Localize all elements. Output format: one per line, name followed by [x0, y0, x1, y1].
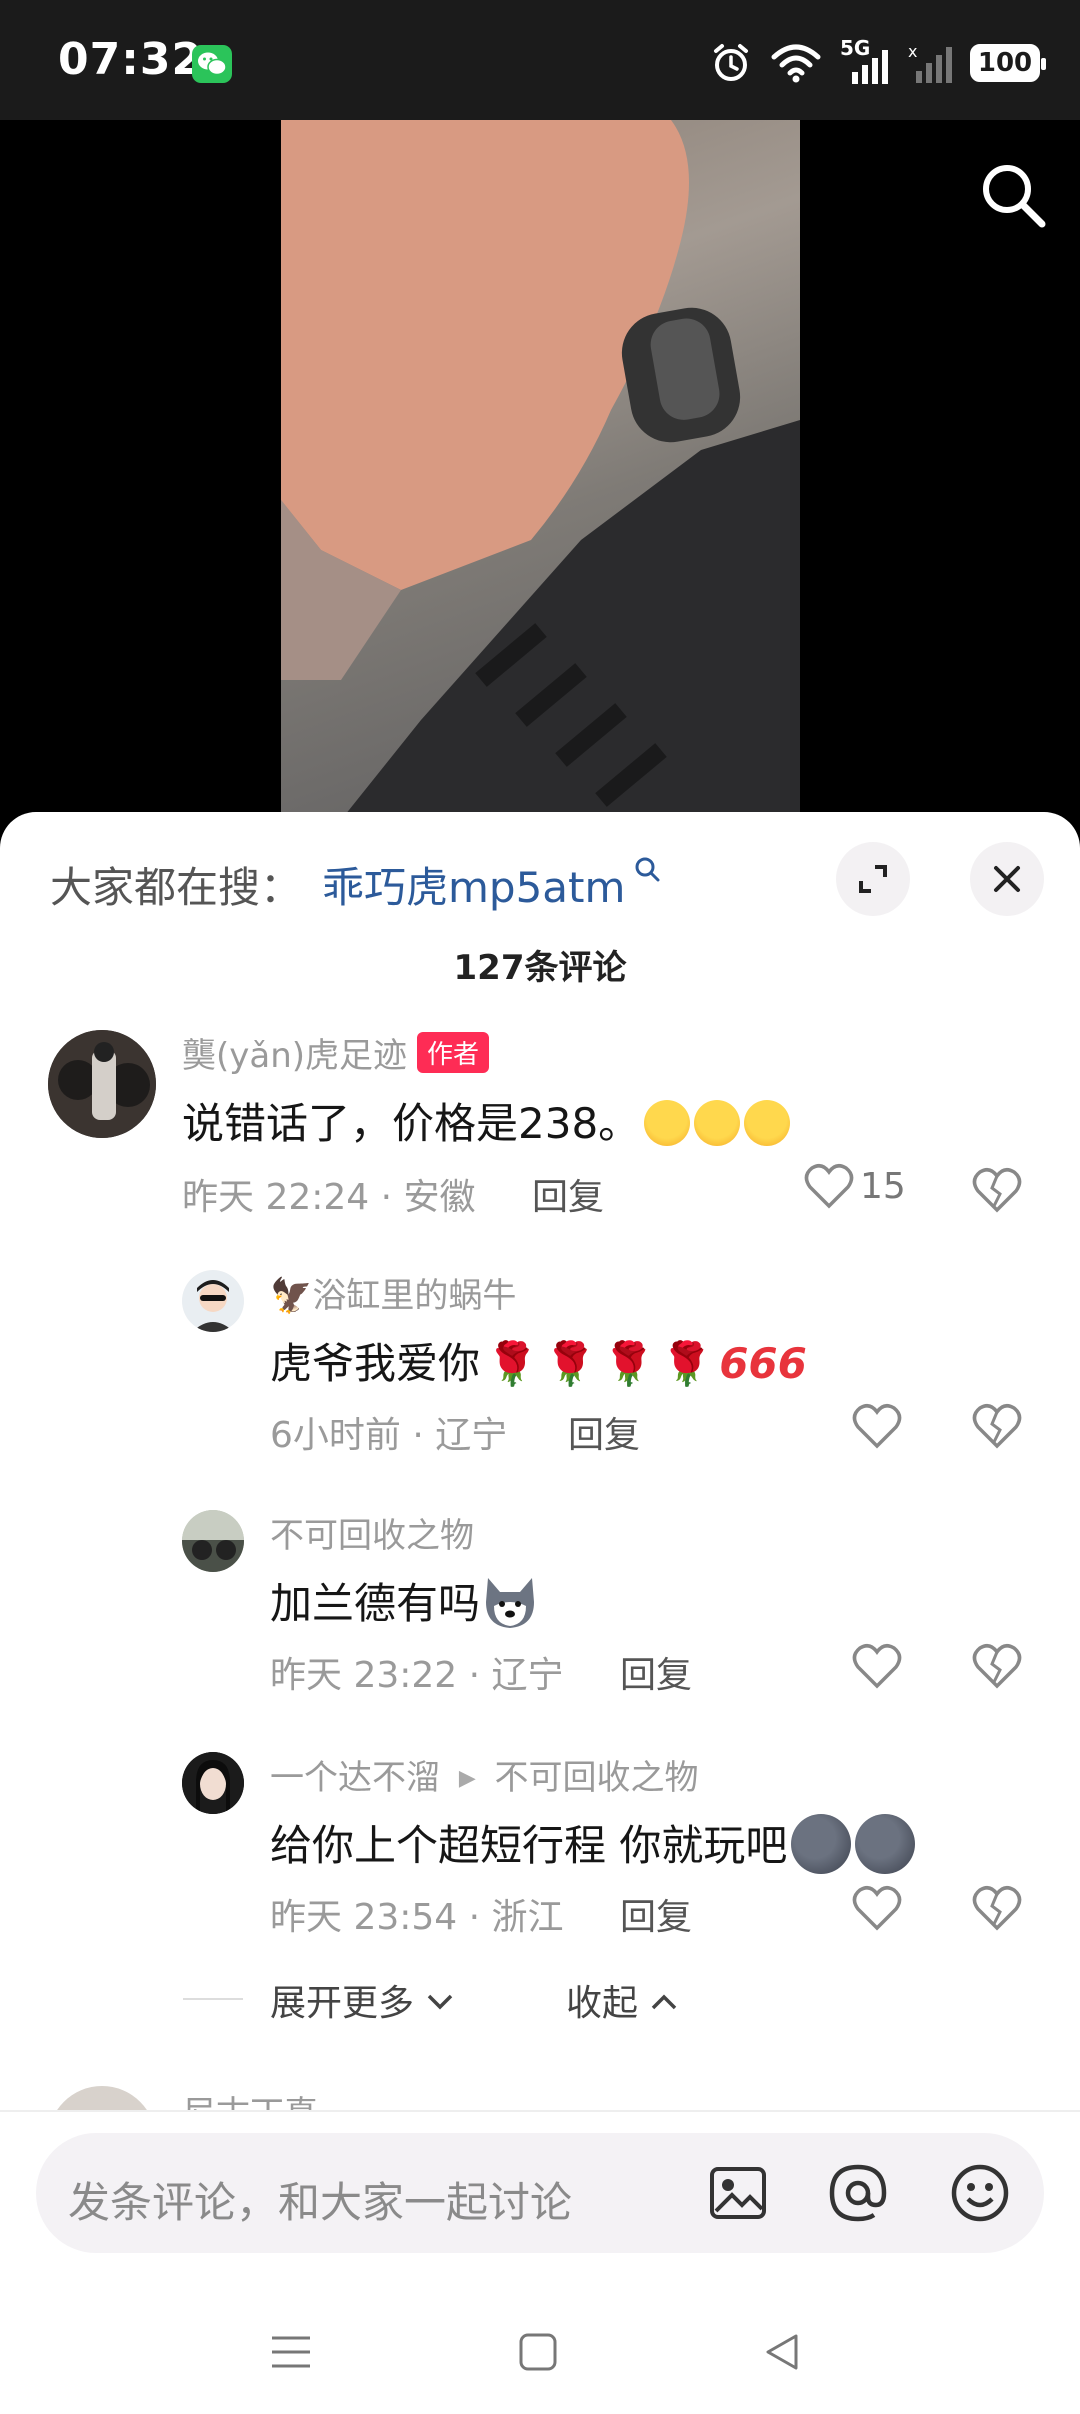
rose-emoji: 🌹 — [486, 1339, 539, 1388]
comment-author-name[interactable]: 尼古丁真 — [182, 2086, 318, 2110]
laugh-cry-emoji — [694, 1100, 741, 1146]
collapse-button[interactable]: 收起 — [566, 1974, 679, 2026]
screen: 07:32 5G x 100 大家都在搜： 乖巧虎mp5atm 127条评论 龑… — [0, 0, 1080, 2414]
emoji-icon[interactable] — [948, 2161, 1012, 2225]
avatar[interactable] — [182, 1752, 244, 1814]
status-time: 07:32 — [58, 34, 204, 85]
dark-moon-emoji — [791, 1814, 852, 1874]
heart-icon — [804, 1164, 854, 1209]
comment-author[interactable]: 龑(yǎn)虎足迹 作者 — [182, 1028, 490, 1077]
dislike-icon[interactable] — [972, 1642, 1022, 1690]
comment-count: 127条评论 — [453, 948, 627, 988]
close-button[interactable] — [970, 842, 1044, 916]
expand-sheet-button[interactable] — [836, 842, 910, 916]
home-icon[interactable] — [516, 2330, 560, 2374]
rose-emoji: 🌹 — [660, 1339, 714, 1388]
comment-author[interactable]: 一个达不溜 ▶ 不可回收之物 — [270, 1750, 699, 1799]
signal-5g-icon: 5G — [840, 36, 890, 84]
comment-author-name[interactable]: 不可回收之物 — [270, 1508, 474, 1557]
heart-icon[interactable] — [852, 1884, 902, 1932]
expand-more-label: 展开更多 — [270, 1983, 415, 2024]
expand-icon — [859, 865, 887, 893]
dark-moon-emoji — [855, 1814, 916, 1874]
like-count: 15 — [860, 1165, 906, 1207]
trending-search-icon[interactable] — [634, 856, 660, 882]
dislike-icon[interactable] — [972, 1884, 1022, 1932]
husky-emoji — [486, 1578, 535, 1628]
comment-text-body: 加兰德有吗 — [270, 1579, 481, 1628]
comment-text-body: 给你上个超短行程 你就玩吧 — [270, 1821, 788, 1870]
rose-emoji: 🌹 — [544, 1339, 597, 1388]
collapse-label: 收起 — [566, 1983, 639, 2024]
reply-to-name[interactable]: 不可回收之物 — [495, 1758, 699, 1798]
avatar[interactable] — [182, 1510, 244, 1572]
avatar[interactable] — [182, 1270, 244, 1332]
video-thumbnail — [281, 120, 800, 820]
comment-text[interactable]: 虎爷我爱你 🌹 🌹 🌹 🌹 666 — [270, 1330, 807, 1391]
image-icon[interactable] — [706, 2161, 770, 2225]
status-icons: 5G x 100 — [710, 36, 1046, 88]
battery-icon: 100 — [970, 44, 1046, 82]
signal-icon: x — [908, 43, 952, 83]
dislike-icon[interactable] — [972, 1166, 1022, 1214]
reply-button[interactable]: 回复 — [568, 1406, 640, 1458]
avatar[interactable] — [48, 2086, 156, 2110]
comment-author-name[interactable]: 🦅浴缸里的蜗牛 — [270, 1268, 516, 1317]
wechat-icon — [192, 45, 232, 83]
close-icon — [994, 866, 1020, 892]
666-emoji: 666 — [719, 1339, 807, 1388]
comment-text[interactable]: 加兰德有吗 — [270, 1570, 540, 1632]
status-bar: 07:32 5G x 100 — [0, 0, 1080, 120]
trending-prefix: 大家都在搜： — [50, 863, 303, 912]
comment-author-name[interactable]: 龑(yǎn)虎足迹 — [182, 1036, 407, 1076]
system-nav-bar — [0, 2290, 1080, 2414]
comment-text[interactable]: 说错话了，价格是238。 — [182, 1090, 791, 1151]
expand-more-button[interactable]: 展开更多 — [270, 1974, 455, 2026]
comment-time-location: 6小时前 · 辽宁 — [270, 1415, 508, 1456]
next-comment-preview: 尼古丁真 — [0, 2074, 1080, 2110]
reply-button[interactable]: 回复 — [620, 1646, 692, 1698]
search-icon[interactable] — [978, 160, 1048, 230]
reply-button[interactable]: 回复 — [532, 1168, 604, 1220]
svg-text:x: x — [908, 43, 917, 61]
like-button[interactable]: 15 — [804, 1162, 906, 1210]
comment-time-location: 昨天 23:22 · 辽宁 — [270, 1655, 564, 1696]
heart-icon[interactable] — [852, 1642, 902, 1690]
reply-button[interactable]: 回复 — [620, 1888, 692, 1940]
heart-icon[interactable] — [852, 1402, 902, 1450]
comment-time-location: 昨天 22:24 · 安徽 — [182, 1177, 476, 1218]
comment-time-location: 昨天 23:54 · 浙江 — [270, 1897, 564, 1938]
wifi-icon — [771, 44, 821, 83]
comment-text-body: 说错话了，价格是238。 — [182, 1099, 641, 1148]
comment-text[interactable]: 给你上个超短行程 你就玩吧 — [270, 1812, 916, 1874]
mention-icon[interactable] — [826, 2161, 890, 2225]
laugh-cry-emoji — [744, 1100, 791, 1146]
comment-input-placeholder: 发条评论，和大家一起讨论 — [68, 2178, 573, 2227]
menu-icon[interactable] — [268, 2330, 314, 2374]
chevron-up-icon — [652, 1994, 677, 2010]
dislike-icon[interactable] — [972, 1402, 1022, 1450]
sheet-header: 大家都在搜： 乖巧虎mp5atm — [0, 812, 1080, 922]
rose-emoji: 🌹 — [602, 1339, 655, 1388]
input-divider — [0, 2110, 1080, 2112]
laugh-cry-emoji — [644, 1100, 691, 1146]
author-badge: 作者 — [417, 1032, 490, 1073]
avatar[interactable] — [48, 1030, 156, 1138]
back-icon[interactable] — [760, 2330, 804, 2374]
trending-search-link[interactable]: 乖巧虎mp5atm — [322, 854, 625, 915]
comment-input[interactable]: 发条评论，和大家一起讨论 — [36, 2133, 1044, 2253]
alarm-icon — [714, 44, 748, 81]
expand-divider — [183, 1998, 243, 2000]
chevron-down-icon — [428, 1994, 453, 2010]
comment-text-body: 虎爷我爱你 — [270, 1339, 481, 1388]
comment-author-name[interactable]: 一个达不溜 — [270, 1758, 440, 1798]
reply-arrow-icon: ▶ — [458, 1766, 476, 1791]
battery-level: 100 — [977, 48, 1033, 78]
video-player[interactable] — [0, 120, 1080, 820]
